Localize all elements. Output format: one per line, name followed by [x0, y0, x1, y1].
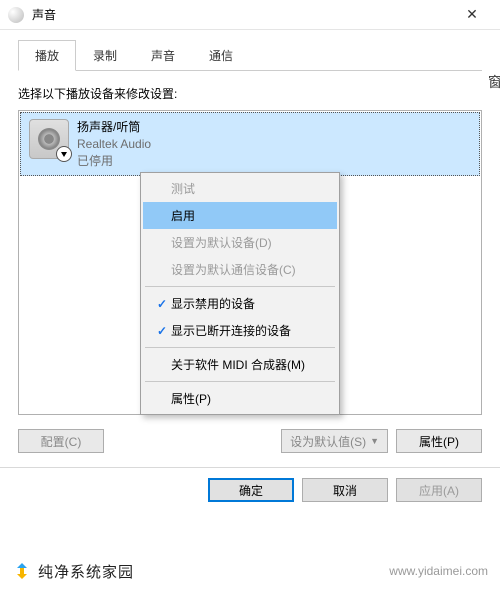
menu-separator: [145, 347, 335, 348]
menu-show-disconnected[interactable]: ✓显示已断开连接的设备: [143, 317, 337, 344]
device-driver: Realtek Audio: [77, 136, 151, 153]
brand-text: 纯净系统家园: [38, 561, 134, 582]
properties-button[interactable]: 属性(P): [396, 429, 482, 453]
configure-button: 配置(C): [18, 429, 104, 453]
menu-show-disabled[interactable]: ✓显示禁用的设备: [143, 290, 337, 317]
menu-separator: [145, 381, 335, 382]
chevron-down-icon: ▼: [370, 436, 379, 446]
brand-url: www.yidaimei.com: [389, 564, 488, 578]
device-text: 扬声器/听筒 Realtek Audio 已停用: [77, 119, 151, 169]
window-title: 声音: [32, 6, 452, 23]
cancel-button[interactable]: 取消: [302, 478, 388, 502]
menu-enable[interactable]: 启用: [143, 202, 337, 229]
device-status: 已停用: [77, 153, 151, 170]
apply-button: 应用(A): [396, 478, 482, 502]
app-icon: [8, 7, 24, 23]
ok-button[interactable]: 确定: [208, 478, 294, 502]
set-default-button: 设为默认值(S)▼: [281, 429, 388, 453]
disabled-badge-icon: [56, 146, 72, 162]
menu-about-midi[interactable]: 关于软件 MIDI 合成器(M): [143, 351, 337, 378]
menu-properties[interactable]: 属性(P): [143, 385, 337, 412]
tab-communications[interactable]: 通信: [192, 40, 250, 71]
watermark-footer: 纯净系统家园 www.yidaimei.com: [0, 553, 500, 589]
menu-set-default-comm: 设置为默认通信设备(C): [143, 256, 337, 283]
speaker-icon: [29, 119, 69, 159]
menu-test: 测试: [143, 175, 337, 202]
menu-set-default: 设置为默认设备(D): [143, 229, 337, 256]
menu-separator: [145, 286, 335, 287]
tab-sounds[interactable]: 声音: [134, 40, 192, 71]
tab-recording[interactable]: 录制: [76, 40, 134, 71]
device-item-speaker[interactable]: 扬声器/听筒 Realtek Audio 已停用: [20, 112, 480, 176]
context-menu[interactable]: 测试 启用 设置为默认设备(D) 设置为默认通信设备(C) ✓显示禁用的设备 ✓…: [140, 172, 340, 415]
tab-strip: 播放 录制 声音 通信: [18, 40, 482, 71]
close-button[interactable]: ✕: [452, 0, 492, 30]
titlebar: 声音 ✕: [0, 0, 500, 30]
cropped-text: 窗: [488, 72, 500, 102]
device-name: 扬声器/听筒: [77, 119, 151, 136]
tab-playback[interactable]: 播放: [18, 40, 76, 71]
instruction-text: 选择以下播放设备来修改设置:: [18, 85, 482, 102]
brand-logo-icon: [12, 561, 32, 581]
